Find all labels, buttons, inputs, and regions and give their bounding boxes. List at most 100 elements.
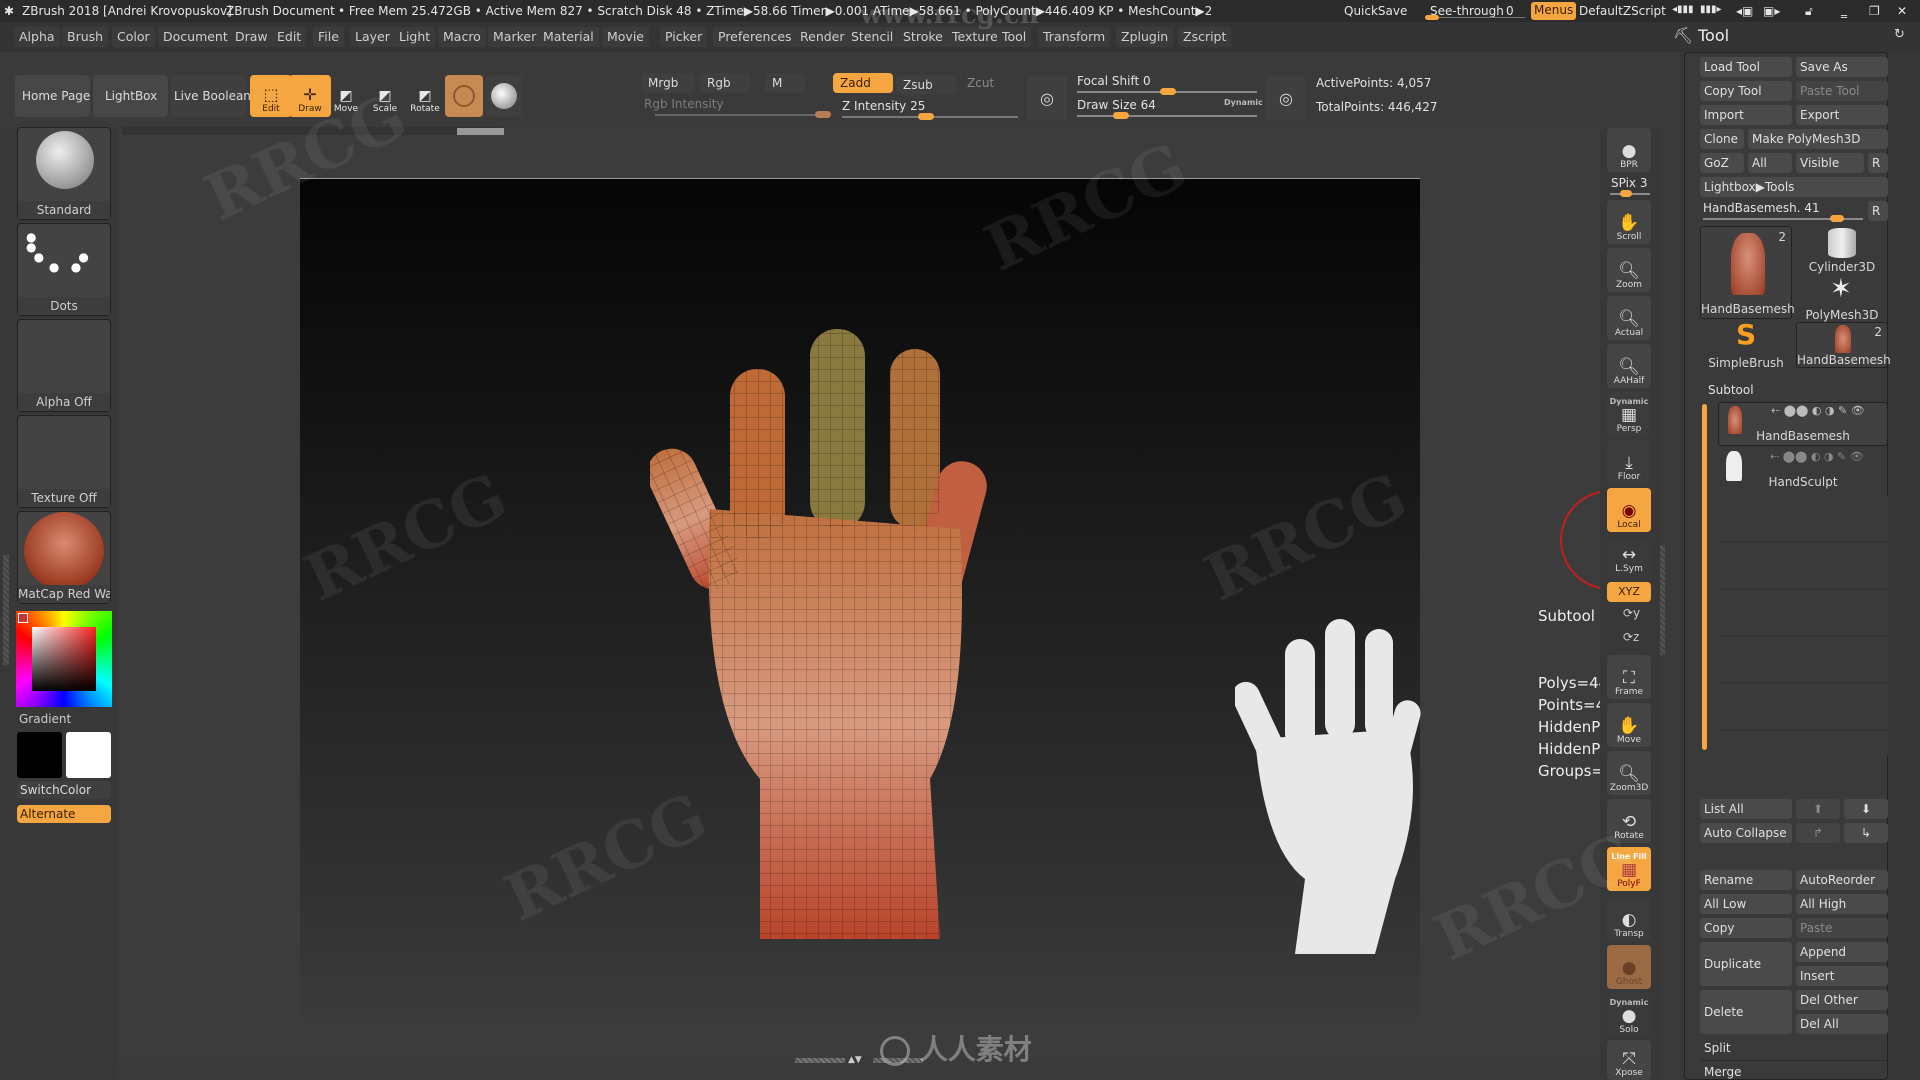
goz-r-button[interactable]: R — [1868, 153, 1888, 173]
left-tray-scrollbar[interactable] — [3, 555, 9, 665]
menus-toggle[interactable]: Menus — [1531, 2, 1577, 20]
tool-thumb-simplebrush[interactable]: S SimpleBrush — [1700, 318, 1792, 370]
menu-marker[interactable]: Marker — [488, 27, 542, 47]
all-high-button[interactable]: All High — [1796, 894, 1888, 914]
lock-icon[interactable]: 🔓︎ — [1805, 4, 1813, 19]
menu-picker[interactable]: Picker — [660, 27, 708, 47]
live-boolean-button[interactable]: Live Boolean — [171, 75, 251, 117]
expand-trays-icon[interactable]: ▮▮▮▸ — [1700, 4, 1722, 15]
tool-thumb-cylinder3d[interactable]: Cylinder3D — [1796, 226, 1888, 274]
goz-visible-button[interactable]: Visible — [1796, 153, 1864, 173]
dynamic-size-toggle[interactable]: Dynamic — [1224, 98, 1263, 107]
stroke-selector[interactable]: ● ● ● ● ● ● Dots — [17, 223, 111, 316]
menu-edit[interactable]: Edit — [272, 27, 307, 47]
auto-reorder-button[interactable]: AutoReorder — [1796, 870, 1888, 890]
secondary-color-swatch[interactable] — [66, 732, 111, 778]
rgb-intensity-slider[interactable] — [655, 114, 825, 116]
arrow-down-right-button[interactable]: ↳ — [1844, 823, 1888, 843]
m-button[interactable]: M — [765, 73, 805, 93]
pin-icon[interactable]: ⛏ — [1673, 26, 1693, 45]
del-all-button[interactable]: Del All — [1796, 1014, 1888, 1034]
layout-prev-icon[interactable]: ◂▣ — [1736, 4, 1753, 18]
alpha-selector[interactable]: Alpha Off — [17, 319, 111, 412]
menu-color[interactable]: Color — [112, 27, 155, 47]
y-rotation-icon[interactable]: ⟳y — [1623, 606, 1640, 620]
xpose-button[interactable]: ⤧ Xpose — [1607, 1040, 1651, 1080]
rotate-button[interactable]: ◩ Rotate — [404, 75, 446, 117]
menu-macro[interactable]: Macro — [438, 27, 486, 47]
edit-button[interactable]: ⬚ Edit — [250, 75, 292, 117]
menu-layer[interactable]: Layer — [350, 27, 395, 47]
focal-shift-knob[interactable] — [1160, 88, 1176, 95]
material-selector[interactable]: MatCap Red Wax — [17, 511, 111, 604]
alternate-button[interactable]: Alternate — [17, 805, 111, 823]
export-button[interactable]: Export — [1796, 105, 1888, 125]
see-through-label[interactable]: See-through — [1430, 4, 1504, 18]
canvas[interactable] — [300, 178, 1421, 1018]
spotlight-button[interactable] — [486, 75, 522, 117]
menu-transform[interactable]: Transform — [1038, 27, 1111, 47]
menu-zscript[interactable]: Zscript — [1178, 27, 1232, 47]
floor-button[interactable]: ⤓ Floor — [1607, 440, 1651, 484]
switch-color-button[interactable]: SwitchColor — [17, 781, 111, 799]
menu-preferences[interactable]: Preferences — [713, 27, 797, 47]
subtool-item-handsculpt[interactable]: ⇠ ⬤⬤ ◐ ◑ ✎ 👁︎ HandSculpt — [1718, 449, 1888, 493]
menu-tool[interactable]: Tool — [997, 27, 1032, 47]
del-other-button[interactable]: Del Other — [1796, 990, 1888, 1010]
bottom-tray-handle[interactable] — [795, 1058, 845, 1063]
transp-button[interactable]: ◐ Transp — [1607, 897, 1651, 941]
draw-size-slider[interactable] — [1077, 115, 1257, 117]
draw-size-knob[interactable] — [1113, 112, 1129, 119]
rgb-button[interactable]: Rgb — [700, 73, 750, 93]
subtool-section-title[interactable]: Subtool — [1708, 383, 1754, 397]
color-saturation-square[interactable] — [32, 627, 96, 691]
tool-thumb-handbasemesh[interactable]: 2 HandBasemesh — [1700, 226, 1795, 319]
polyf-button[interactable]: Line Fill ▦ PolyF — [1607, 847, 1651, 891]
make-polymesh3d-button[interactable]: Make PolyMesh3D — [1748, 129, 1888, 149]
duplicate-button[interactable]: Duplicate — [1700, 942, 1792, 986]
shrink-trays-icon[interactable]: ◂▮▮▮ — [1672, 4, 1694, 15]
lightbox-button[interactable]: LightBox — [93, 75, 168, 117]
goz-all-button[interactable]: All — [1748, 153, 1792, 173]
main-color-swatch[interactable] — [17, 732, 62, 778]
menu-draw[interactable]: Draw — [230, 27, 273, 47]
insert-button[interactable]: Insert — [1796, 966, 1888, 986]
menu-material[interactable]: Material — [538, 27, 599, 47]
move-view-button[interactable]: ✋ Move — [1607, 703, 1651, 747]
close-icon[interactable]: ✕ — [1897, 4, 1907, 18]
texture-selector[interactable]: Texture Off — [17, 415, 111, 508]
lightbox-tools-button[interactable]: Lightbox▶Tools — [1700, 177, 1888, 197]
see-through-slider[interactable] — [1425, 17, 1525, 18]
lsym-button[interactable]: ↔ L.Sym — [1607, 540, 1651, 576]
z-rotation-icon[interactable]: ⟳z — [1623, 630, 1639, 644]
delete-button[interactable]: Delete — [1700, 990, 1792, 1034]
hand-sculpt-model[interactable] — [1235, 619, 1435, 959]
clone-button[interactable]: Clone — [1700, 129, 1744, 149]
quicksave-button[interactable]: QuickSave — [1344, 4, 1407, 18]
home-page-button[interactable]: Home Page — [15, 75, 90, 117]
paste-button[interactable]: Paste — [1796, 918, 1888, 938]
brush-selector[interactable]: Standard — [17, 127, 111, 220]
current-tool-r-button[interactable]: R — [1868, 201, 1888, 221]
right-tray-scrollbar[interactable] — [1660, 545, 1665, 655]
tool-thumb-polymesh3d[interactable]: ✶ PolyMesh3D — [1796, 274, 1888, 322]
bpr-button[interactable]: ● BPR — [1607, 128, 1651, 172]
gradient-label[interactable]: Gradient — [19, 712, 71, 726]
rotate-view-button[interactable]: ⟲ Rotate — [1607, 799, 1651, 843]
zcut-button[interactable]: Zcut — [960, 73, 1010, 93]
subtool-icons[interactable]: ⇠ ⬤⬤ ◐ ◑ ✎ 👁︎ — [1771, 404, 1865, 417]
split-section[interactable]: Split — [1704, 1041, 1731, 1055]
zsub-button[interactable]: Zsub — [896, 75, 956, 95]
copy-tool-button[interactable]: Copy Tool — [1700, 81, 1792, 101]
move-down-button[interactable]: ⬇ — [1844, 799, 1888, 819]
auto-collapse-button[interactable]: Auto Collapse — [1700, 823, 1792, 843]
merge-section[interactable]: Merge — [1704, 1065, 1741, 1079]
move-button[interactable]: ◩ Move — [325, 75, 367, 117]
menu-zplugin[interactable]: Zplugin — [1116, 27, 1174, 47]
list-all-button[interactable]: List All — [1700, 799, 1792, 819]
tool-slider-knob[interactable] — [1830, 215, 1844, 222]
menu-document[interactable]: Document — [158, 27, 233, 47]
scroll-button[interactable]: ✋ Scroll — [1607, 200, 1651, 244]
menu-stroke[interactable]: Stroke — [898, 27, 948, 47]
mrgb-button[interactable]: Mrgb — [641, 73, 695, 93]
